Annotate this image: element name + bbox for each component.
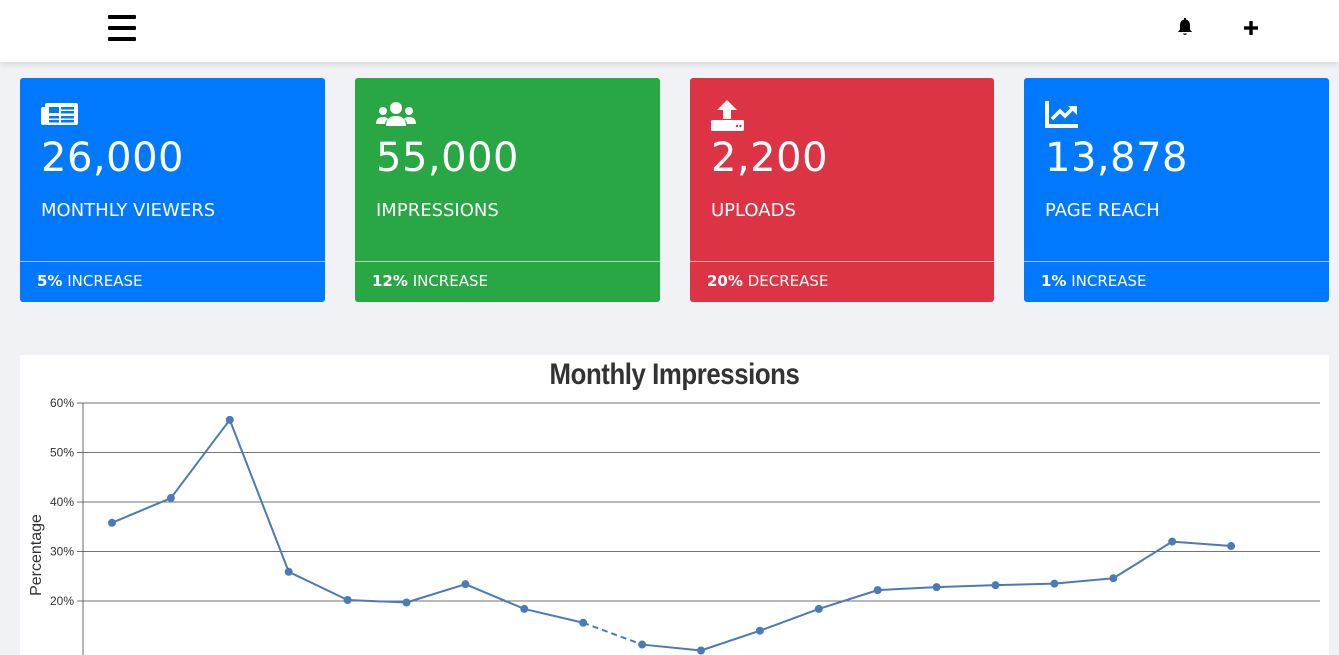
data-point[interactable] (520, 604, 529, 613)
data-point[interactable] (991, 581, 1000, 590)
stat-change-percent: 5% (37, 272, 63, 290)
series-line-segment (936, 584, 996, 589)
data-point[interactable] (1109, 574, 1118, 583)
stat-card-uploads: 2,200 UPLOADS 20% DECREASE (690, 78, 994, 302)
data-point[interactable] (1168, 537, 1177, 546)
series-line-segment (170, 419, 231, 499)
series-line-segment (228, 419, 290, 573)
stat-card-impressions: 55,000 IMPRESSIONS 12% INCREASE (355, 78, 660, 302)
stat-value: 55,000 (376, 135, 519, 181)
upload-icon (711, 100, 744, 131)
series-line-segment (465, 583, 525, 610)
stat-change-word: INCREASE (1071, 272, 1147, 290)
newspaper-icon (41, 103, 78, 125)
stat-card-page-reach: 13,878 PAGE REACH 1% INCREASE (1024, 78, 1329, 302)
stat-change-percent: 12% (372, 272, 408, 290)
data-point[interactable] (1227, 542, 1236, 551)
stat-card-monthly-viewers: 26,000 MONTHLY VIEWERS 5% INCREASE (20, 78, 325, 302)
series-line-segment (1112, 540, 1173, 580)
stat-change-word: DECREASE (747, 272, 829, 290)
data-point[interactable] (108, 518, 116, 527)
series-line-segment (347, 599, 407, 604)
data-point[interactable] (225, 415, 234, 424)
card-divider (1024, 261, 1329, 262)
stat-value: 2,200 (711, 135, 829, 181)
stat-change: 20% DECREASE (707, 272, 828, 290)
data-point[interactable] (461, 580, 470, 589)
stat-label: MONTHLY VIEWERS (41, 200, 216, 221)
data-point[interactable] (402, 598, 411, 607)
chart-line-icon (1045, 101, 1078, 128)
monthly-impressions-chart: 20% 30% 40% 50% 60% Percentage Monthly Impre… (20, 355, 1329, 655)
chart-plot: 20% 30% 40% 50% 60% Percentage (28, 396, 1320, 655)
data-point[interactable] (284, 567, 293, 576)
series-line-segment (582, 621, 643, 646)
stat-change-percent: 1% (1041, 272, 1067, 290)
series-line-segment (641, 643, 702, 652)
data-point[interactable] (755, 626, 764, 635)
hamburger-menu-icon[interactable] (108, 15, 136, 41)
stat-label: UPLOADS (711, 200, 796, 221)
card-divider (690, 261, 994, 262)
data-point[interactable] (873, 586, 882, 595)
series-line-segment (524, 607, 584, 624)
data-point[interactable] (166, 494, 175, 503)
series-line-segment (288, 570, 349, 601)
y-tick-label: 60% (50, 396, 74, 410)
chart-y-axis-label: Percentage (28, 514, 45, 596)
stat-change-percent: 20% (707, 272, 743, 290)
card-divider (20, 261, 325, 262)
series-line-segment (995, 582, 1055, 587)
stat-change-word: INCREASE (67, 272, 143, 290)
users-icon (376, 102, 416, 126)
stat-change: 1% INCREASE (1041, 272, 1147, 290)
data-point[interactable] (1050, 579, 1059, 588)
stat-change: 5% INCREASE (37, 272, 143, 290)
top-navbar (0, 0, 1339, 62)
series-line-segment (1054, 577, 1114, 585)
series-line-segment (406, 583, 466, 604)
stat-value: 26,000 (41, 135, 184, 181)
series-line-segment (818, 589, 879, 610)
bell-icon[interactable] (1176, 18, 1194, 38)
series-line-segment (759, 607, 820, 632)
data-point[interactable] (638, 640, 647, 649)
data-point[interactable] (814, 604, 823, 613)
data-point[interactable] (932, 583, 941, 592)
stat-change: 12% INCREASE (372, 272, 488, 290)
stat-label: IMPRESSIONS (376, 200, 499, 221)
data-point[interactable] (697, 646, 705, 655)
card-divider (355, 261, 660, 262)
data-point[interactable] (579, 618, 588, 627)
stat-value: 13,878 (1045, 135, 1188, 181)
y-tick-label: 40% (50, 495, 74, 509)
y-tick-label: 30% (50, 545, 74, 559)
y-tick-label: 50% (50, 446, 74, 460)
series-line-segment (877, 586, 937, 592)
chart-title: Monthly Impressions (549, 358, 800, 391)
plus-icon[interactable] (1241, 18, 1261, 38)
series-line-segment (1172, 540, 1232, 548)
data-point[interactable] (343, 596, 352, 605)
y-tick-label: 20% (50, 594, 74, 608)
stat-change-word: INCREASE (412, 272, 488, 290)
stat-label: PAGE REACH (1045, 200, 1160, 221)
series-line-segment (700, 629, 761, 652)
